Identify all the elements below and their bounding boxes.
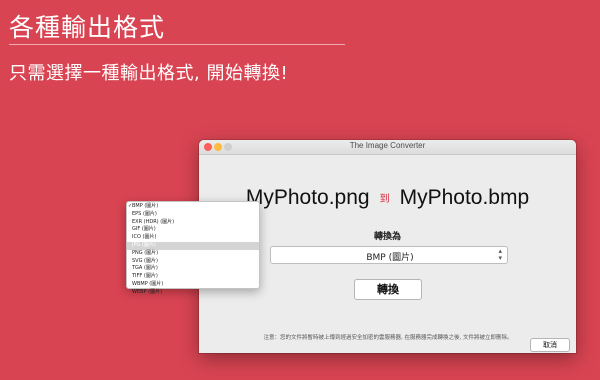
select-stepper-icon: ▴ ▾: [498, 247, 502, 262]
format-option-label: TGA (圖片): [132, 265, 158, 272]
source-filename: MyPhoto.png: [245, 186, 370, 209]
format-option[interactable]: ICO (圖片): [127, 234, 259, 242]
format-option[interactable]: EPS (圖片): [127, 211, 259, 219]
format-dropdown-menu: ✓ BMP (圖片) EPS (圖片) EXR (HDR) (圖片) GIF (圖片) I…: [126, 201, 260, 295]
format-option-label: GIF (圖片): [132, 226, 156, 233]
cancel-button[interactable]: 取消: [530, 338, 570, 352]
format-option-label: EXR (HDR) (圖片): [132, 218, 175, 225]
convert-button[interactable]: 轉換: [354, 279, 422, 300]
promo-tagline: 只需選擇一種輸出格式, 開始轉換!: [9, 63, 289, 84]
format-option[interactable]: TIFF (圖片): [127, 273, 259, 281]
to-label: 到: [379, 194, 390, 205]
format-option[interactable]: PNG (圖片): [127, 250, 259, 258]
format-option-label: BMP (圖片): [132, 203, 159, 209]
format-option-label: EPS (圖片): [132, 210, 157, 217]
format-option-label: ICO (圖片): [132, 234, 157, 241]
headline-divider: [9, 44, 345, 45]
promo-headline: 各種輸出格式: [9, 13, 166, 42]
format-select[interactable]: BMP (圖片) ▴ ▾: [270, 246, 508, 264]
format-option[interactable]: WEBP (圖片): [127, 289, 259, 297]
window-titlebar[interactable]: The Image Converter: [199, 140, 576, 155]
window-title: The Image Converter: [349, 141, 426, 150]
format-option[interactable]: WBMP (圖片): [127, 281, 259, 289]
format-option[interactable]: ✓ BMP (圖片): [127, 203, 259, 211]
format-option-label: PNG (圖片): [132, 249, 159, 256]
upload-notice: 注意：您的文件將暫時被上傳到經過安全加密的雲服務器, 在服務器完成轉換之後, 文…: [263, 335, 513, 341]
format-option-label: JPG (圖片): [132, 241, 156, 248]
format-option[interactable]: JPG (圖片): [127, 241, 259, 250]
target-filename: MyPhoto.bmp: [399, 186, 530, 209]
format-option[interactable]: TGA (圖片): [127, 265, 259, 273]
format-option-label: WEBP (圖片): [132, 288, 163, 295]
format-option-label: TIFF (圖片): [132, 273, 158, 280]
format-select-value: BMP (圖片): [366, 253, 414, 263]
checkmark-icon: ✓: [128, 203, 133, 209]
format-option-label: WBMP (圖片): [132, 280, 164, 287]
format-option-label: SVG (圖片): [132, 257, 158, 264]
